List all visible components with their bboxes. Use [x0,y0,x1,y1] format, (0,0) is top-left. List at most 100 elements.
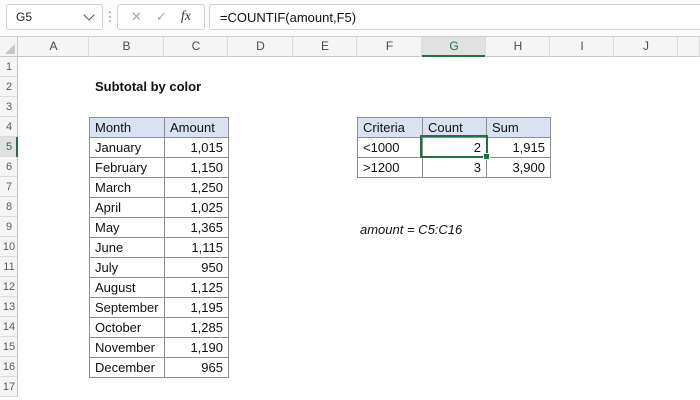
row-header-3[interactable]: 3 [0,97,18,117]
month-cell[interactable]: November [89,337,165,358]
row-header-5[interactable]: 5 [0,137,18,157]
row-header-15[interactable]: 15 [0,337,18,357]
formula-toolbar: G5 ⋮ ✕ ✓ fx =COUNTIF(amount,F5) [0,0,700,37]
count-cell[interactable]: 2 [422,137,487,158]
month-table: Month Amount January 1,015 February 1,150 Marc… [89,117,229,378]
column-header-A[interactable]: A [18,37,89,57]
amount-cell[interactable]: 1,250 [164,177,229,198]
row-header-1[interactable]: 1 [0,57,18,77]
row-header-12[interactable]: 12 [0,277,18,297]
column-header-C[interactable]: C [164,37,228,57]
month-table-row: September 1,195 [89,297,229,318]
row-header-6[interactable]: 6 [0,157,18,177]
sheet-grid[interactable]: Subtotal by color Month Amount January 1,01… [18,57,700,400]
row-header-9[interactable]: 9 [0,217,18,237]
row-header-2[interactable]: 2 [0,77,18,97]
chevron-down-icon[interactable] [83,9,95,21]
excel-window: G5 ⋮ ✕ ✓ fx =COUNTIF(amount,F5) ABCDEFGH… [0,0,700,400]
sum-cell[interactable]: 1,915 [486,137,551,158]
amount-cell[interactable]: 1,115 [164,237,229,258]
amount-cell[interactable]: 1,365 [164,217,229,238]
formula-text: =COUNTIF(amount,F5) [219,9,357,25]
row-header-8[interactable]: 8 [0,197,18,217]
worksheet-title[interactable]: Subtotal by color [95,77,201,97]
column-header-partial[interactable] [678,37,700,57]
month-cell[interactable]: June [89,237,165,258]
month-cell[interactable]: March [89,177,165,198]
month-cell[interactable]: August [89,277,165,298]
row-header-16[interactable]: 16 [0,357,18,377]
month-table-header-month[interactable]: Month [89,117,165,138]
month-cell[interactable]: October [89,317,165,338]
month-table-row: April 1,025 [89,197,229,218]
criteria-table: Criteria Count Sum <1000 2 1,915 >1200 3 3,900 [357,117,551,178]
row-header-11[interactable]: 11 [0,257,18,277]
row-header-7[interactable]: 7 [0,177,18,197]
column-header-G[interactable]: G [422,37,486,57]
month-table-row: January 1,015 [89,137,229,158]
column-header-J[interactable]: J [614,37,678,57]
column-headers: ABCDEFGHIJ [0,37,700,57]
month-cell[interactable]: July [89,257,165,278]
amount-cell[interactable]: 950 [164,257,229,278]
amount-cell[interactable]: 1,195 [164,297,229,318]
sum-cell[interactable]: 3,900 [486,157,551,178]
confirm-icon[interactable]: ✓ [149,5,174,29]
row-header-4[interactable]: 4 [0,117,18,137]
criteria-table-header-count[interactable]: Count [422,117,487,138]
amount-cell[interactable]: 965 [164,357,229,378]
amount-cell[interactable]: 1,150 [164,157,229,178]
column-header-D[interactable]: D [228,37,293,57]
toolbar-separator-dots: ⋮ [103,9,117,24]
amount-cell[interactable]: 1,015 [164,137,229,158]
criteria-table-row: <1000 2 1,915 [357,137,551,158]
row-header-14[interactable]: 14 [0,317,18,337]
month-table-row: February 1,150 [89,157,229,178]
month-cell[interactable]: April [89,197,165,218]
criteria-table-header-row: Criteria Count Sum [357,117,551,138]
range-note[interactable]: amount = C5:C16 [360,220,462,240]
name-box-value: G5 [16,10,33,24]
amount-cell[interactable]: 1,125 [164,277,229,298]
insert-function-icon[interactable]: fx [174,5,198,29]
month-table-header-amount[interactable]: Amount [164,117,229,138]
worksheet: ABCDEFGHIJ 1 2 3 4 5 6 7 8 9 10 11 12 13 14 15 16 17 Sub… [0,37,700,400]
amount-cell[interactable]: 1,285 [164,317,229,338]
select-all-corner[interactable] [0,37,18,57]
month-table-row: March 1,250 [89,177,229,198]
count-cell[interactable]: 3 [422,157,487,178]
formula-bar[interactable]: =COUNTIF(amount,F5) [208,4,700,30]
month-table-row: November 1,190 [89,337,229,358]
criteria-table-row: >1200 3 3,900 [357,157,551,178]
formula-button-group: ✕ ✓ fx [117,4,205,30]
column-header-B[interactable]: B [89,37,164,57]
amount-cell[interactable]: 1,025 [164,197,229,218]
month-table-row: June 1,115 [89,237,229,258]
criteria-table-header-sum[interactable]: Sum [486,117,551,138]
month-cell[interactable]: February [89,157,165,178]
month-table-row: August 1,125 [89,277,229,298]
month-table-header-row: Month Amount [89,117,229,138]
month-cell[interactable]: May [89,217,165,238]
row-header-13[interactable]: 13 [0,297,18,317]
month-table-row: July 950 [89,257,229,278]
criteria-table-header-criteria[interactable]: Criteria [357,117,423,138]
name-box[interactable]: G5 [6,4,103,30]
row-headers: 1 2 3 4 5 6 7 8 9 10 11 12 13 14 15 16 17 [0,57,18,400]
column-header-F[interactable]: F [357,37,422,57]
row-header-10[interactable]: 10 [0,237,18,257]
row-header-17[interactable]: 17 [0,377,18,397]
month-cell[interactable]: January [89,137,165,158]
column-header-H[interactable]: H [486,37,550,57]
month-table-row: December 965 [89,357,229,378]
criteria-cell[interactable]: >1200 [357,157,423,178]
month-cell[interactable]: September [89,297,165,318]
month-table-row: October 1,285 [89,317,229,338]
criteria-cell[interactable]: <1000 [357,137,423,158]
month-cell[interactable]: December [89,357,165,378]
column-header-E[interactable]: E [293,37,357,57]
amount-cell[interactable]: 1,190 [164,337,229,358]
cancel-icon[interactable]: ✕ [124,5,149,29]
select-all-triangle-icon [5,44,15,54]
column-header-I[interactable]: I [550,37,614,57]
